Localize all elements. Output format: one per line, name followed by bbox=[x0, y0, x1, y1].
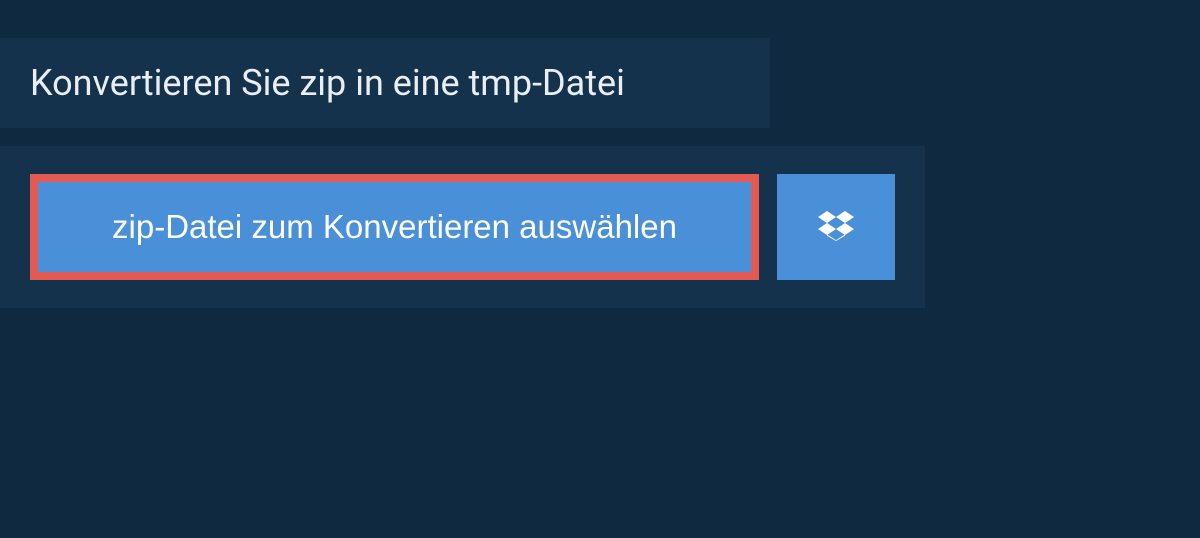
page-title: Konvertieren Sie zip in eine tmp-Datei bbox=[30, 62, 740, 104]
dropbox-button[interactable] bbox=[777, 174, 895, 280]
dropbox-icon bbox=[818, 208, 854, 247]
header-bar: Konvertieren Sie zip in eine tmp-Datei bbox=[0, 38, 770, 128]
select-file-label: zip-Datei zum Konvertieren auswählen bbox=[112, 208, 677, 246]
select-file-button[interactable]: zip-Datei zum Konvertieren auswählen bbox=[30, 174, 759, 280]
upload-panel: zip-Datei zum Konvertieren auswählen bbox=[0, 146, 925, 308]
